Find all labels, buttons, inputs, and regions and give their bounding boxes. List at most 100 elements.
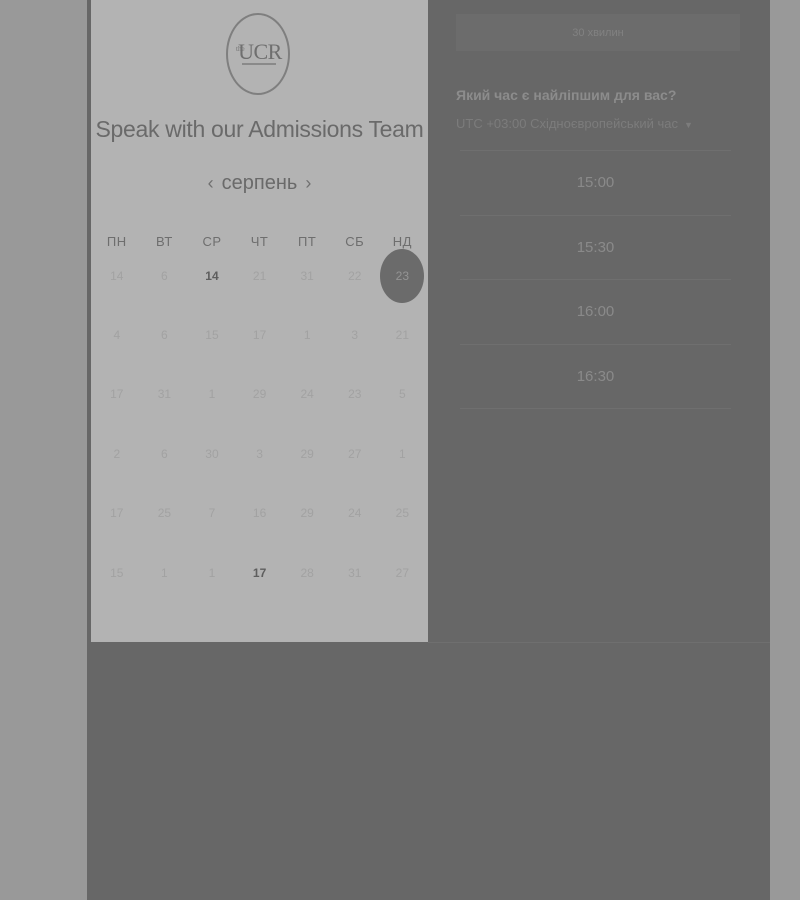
calendar-day[interactable]: 29 bbox=[283, 484, 331, 543]
day-number: 24 bbox=[348, 506, 362, 521]
day-number: 21 bbox=[252, 268, 267, 283]
calendar-day[interactable]: 15 bbox=[188, 305, 236, 364]
chevron-left-icon[interactable]: ‹ bbox=[200, 173, 222, 194]
calendar-day[interactable]: 3 bbox=[236, 424, 284, 483]
day-number: 27 bbox=[395, 565, 410, 580]
calendar-day[interactable]: 1 bbox=[379, 424, 427, 483]
day-number: 29 bbox=[252, 387, 267, 402]
calendar-day[interactable]: 2 bbox=[93, 424, 141, 483]
calendar-day[interactable]: 6 bbox=[141, 305, 189, 364]
day-number: 5 bbox=[399, 387, 406, 402]
ucr-logo: the UCR bbox=[226, 13, 290, 95]
panel-divider bbox=[428, 642, 770, 643]
chevron-right-icon[interactable]: › bbox=[297, 173, 319, 194]
day-number: 15 bbox=[205, 328, 219, 343]
calendar-day[interactable]: 17 bbox=[93, 484, 141, 543]
calendar-day[interactable]: 1 bbox=[188, 365, 236, 424]
day-number: 23 bbox=[380, 248, 425, 303]
day-number: 17 bbox=[110, 387, 124, 402]
calendar-day[interactable]: 6 bbox=[141, 246, 189, 305]
day-number: 1 bbox=[208, 387, 216, 402]
day-number: 3 bbox=[256, 446, 263, 461]
time-slot-button[interactable]: 15:30 bbox=[460, 214, 731, 280]
calendar-day[interactable]: 31 bbox=[141, 365, 189, 424]
day-number: 3 bbox=[351, 328, 359, 343]
calendar-day[interactable]: 27 bbox=[331, 424, 379, 483]
calendar-day[interactable]: 21 bbox=[236, 246, 284, 305]
calendar-day[interactable]: 3 bbox=[331, 305, 379, 364]
calendar-day[interactable]: 29 bbox=[283, 424, 331, 483]
time-slot-list: 15:00 15:30 16:00 16:30 bbox=[460, 150, 731, 409]
day-number: 31 bbox=[348, 565, 362, 580]
day-number: 17 bbox=[110, 506, 124, 521]
day-number: 1 bbox=[303, 328, 311, 343]
calendar-day[interactable]: 25 bbox=[141, 484, 189, 543]
calendar-day[interactable]: 17 bbox=[236, 543, 284, 602]
calendar-day[interactable]: 14 bbox=[188, 246, 236, 305]
calendar-day[interactable]: 24 bbox=[283, 365, 331, 424]
page-title: Speak with our Admissions Team bbox=[95, 116, 424, 142]
calendar-day[interactable]: 5 bbox=[379, 365, 427, 424]
day-number: 14 bbox=[110, 268, 124, 283]
calendar-day[interactable]: 28 bbox=[283, 543, 331, 602]
logo-prefix: the bbox=[236, 45, 245, 53]
logo-text: UCR bbox=[238, 39, 282, 64]
time-question: Який час є найліпшим для вас? bbox=[456, 87, 677, 103]
calendar-day[interactable]: 21 bbox=[379, 305, 427, 364]
day-number: 17 bbox=[252, 328, 267, 343]
calendar-day[interactable]: 14 bbox=[93, 246, 141, 305]
calendar-day[interactable]: 1 bbox=[283, 305, 331, 364]
calendar-day[interactable]: 29 bbox=[236, 365, 284, 424]
day-number: 30 bbox=[205, 446, 219, 461]
calendar-day[interactable]: 17 bbox=[93, 365, 141, 424]
day-number: 1 bbox=[399, 446, 406, 461]
day-number: 1 bbox=[208, 565, 216, 580]
month-label: серпень bbox=[221, 171, 298, 194]
calendar-day[interactable]: 24 bbox=[331, 484, 379, 543]
day-number: 2 bbox=[113, 446, 121, 461]
day-number: 25 bbox=[395, 506, 410, 521]
calendar-day[interactable]: 4 bbox=[93, 305, 141, 364]
day-number: 25 bbox=[157, 506, 172, 521]
calendar-day[interactable]: 23 bbox=[331, 365, 379, 424]
day-number: 31 bbox=[157, 387, 172, 402]
calendar-day[interactable]: 22 bbox=[331, 246, 379, 305]
day-number: 17 bbox=[252, 565, 267, 580]
time-slot-button[interactable]: 16:30 bbox=[460, 343, 731, 409]
day-number: 7 bbox=[208, 506, 216, 521]
day-number: 4 bbox=[113, 328, 121, 343]
calendar-day[interactable]: 15 bbox=[93, 543, 141, 602]
day-number: 23 bbox=[348, 387, 362, 402]
timezone-selector[interactable]: UTC +03:00 Східноєвропейський час ▼ bbox=[456, 116, 693, 131]
calendar-day[interactable]: 31 bbox=[331, 543, 379, 602]
calendar-day[interactable]: 1 bbox=[141, 543, 189, 602]
time-slot-button[interactable]: 15:00 bbox=[460, 150, 731, 215]
day-number: 24 bbox=[300, 387, 314, 402]
day-number: 28 bbox=[300, 565, 314, 580]
calendar-day-selected[interactable]: 23 bbox=[379, 246, 427, 305]
caret-down-icon: ▼ bbox=[683, 120, 693, 130]
day-number: 6 bbox=[161, 328, 168, 343]
day-number: 29 bbox=[300, 446, 314, 461]
calendar-day[interactable]: 27 bbox=[379, 543, 427, 602]
calendar-day[interactable]: 25 bbox=[379, 484, 427, 543]
duration-badge: 30 хвилин bbox=[456, 14, 740, 51]
day-number: 1 bbox=[161, 565, 168, 580]
day-number: 31 bbox=[300, 268, 314, 283]
calendar-day[interactable]: 16 bbox=[236, 484, 284, 543]
day-number: 27 bbox=[348, 446, 362, 461]
day-number: 14 bbox=[205, 268, 219, 283]
calendar-grid: 14 6 14 21 31 22 23 4 6 15 17 1 3 21 17 31 1 29 24 23 5 2 6 30 3… bbox=[93, 246, 427, 602]
calendar-day[interactable]: 30 bbox=[188, 424, 236, 483]
day-number: 6 bbox=[161, 268, 168, 283]
calendar-day[interactable]: 31 bbox=[283, 246, 331, 305]
calendar-day[interactable]: 6 bbox=[141, 424, 189, 483]
month-navigator: ‹ серпень › bbox=[91, 168, 428, 198]
day-number: 22 bbox=[348, 268, 362, 283]
calendar-day[interactable]: 17 bbox=[236, 305, 284, 364]
calendar-day[interactable]: 7 bbox=[188, 484, 236, 543]
time-slot-button[interactable]: 16:00 bbox=[460, 279, 731, 344]
calendar-day[interactable]: 1 bbox=[188, 543, 236, 602]
day-number: 29 bbox=[300, 506, 314, 521]
day-number: 21 bbox=[395, 328, 410, 343]
